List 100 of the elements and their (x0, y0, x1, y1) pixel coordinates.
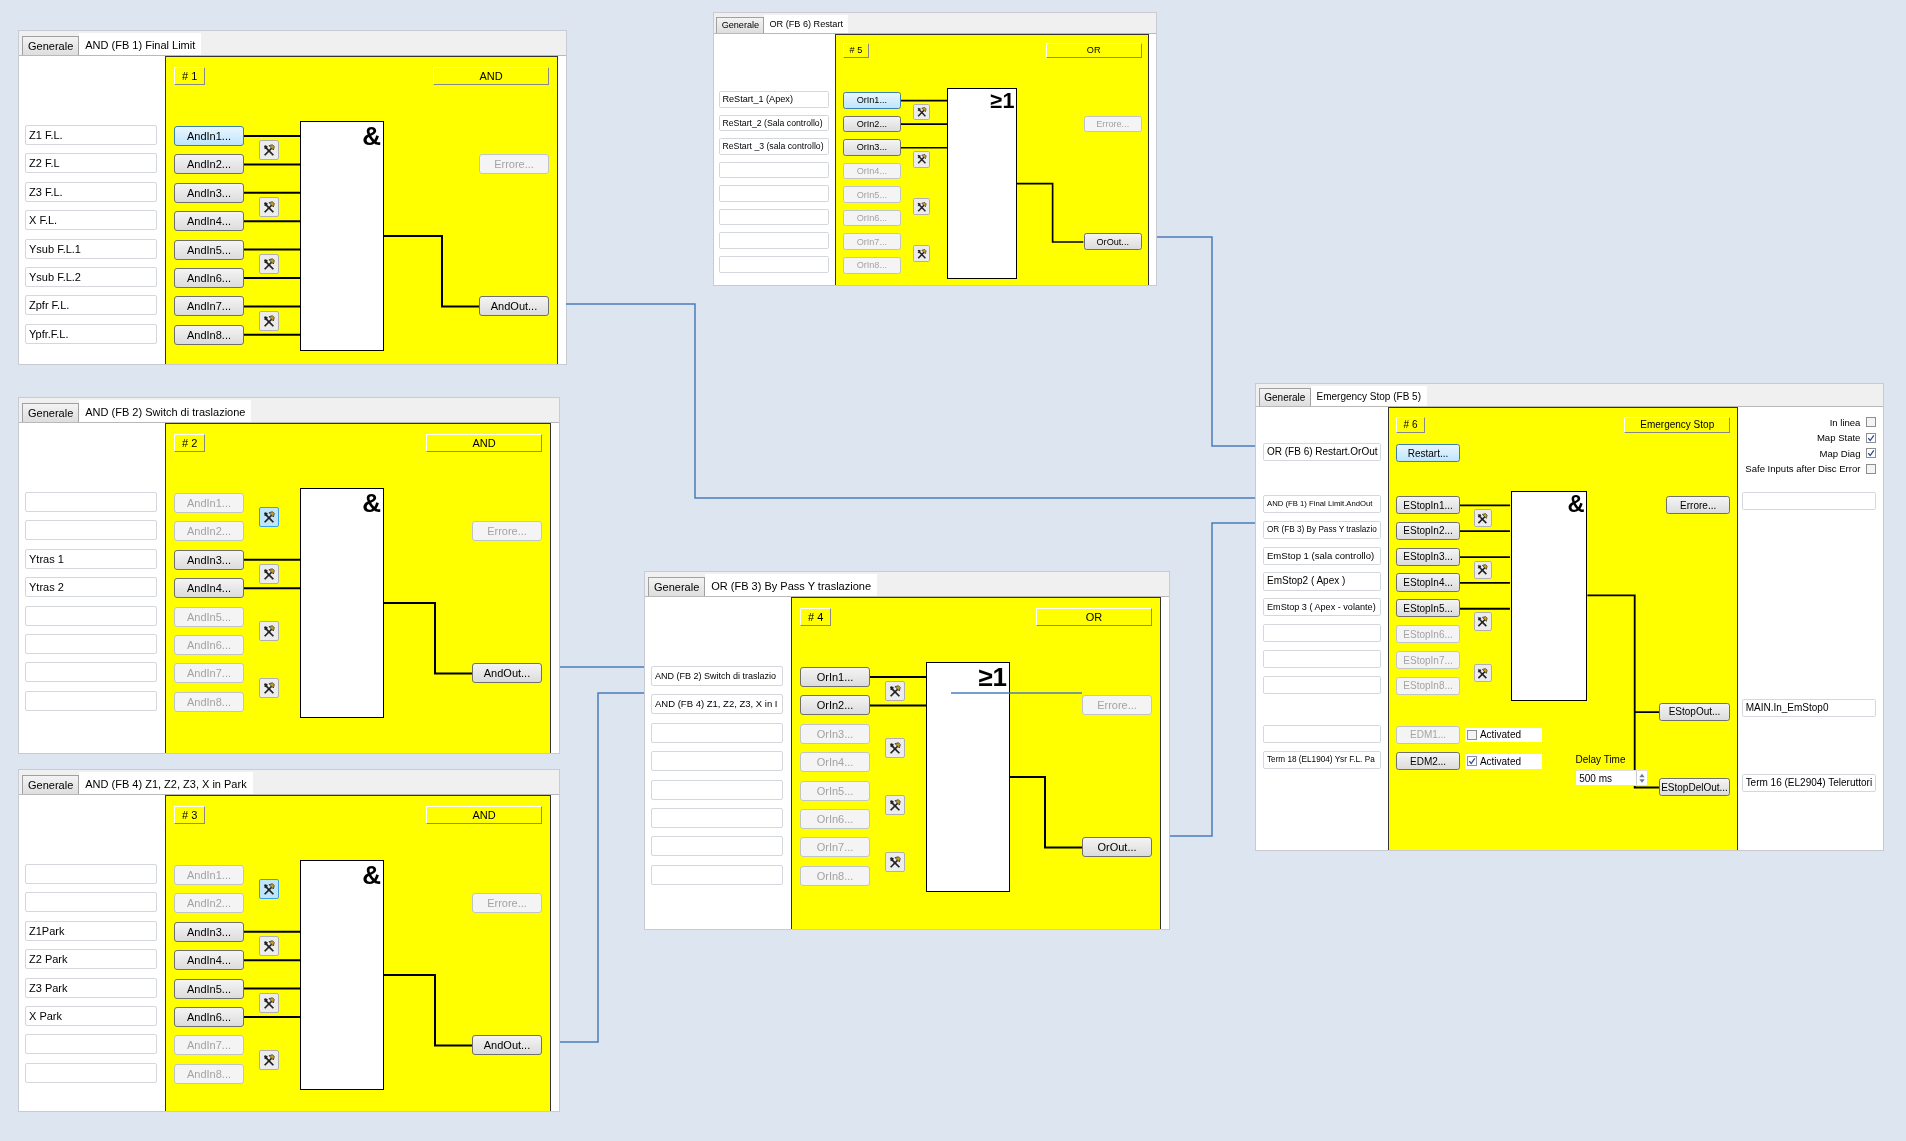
text-field[interactable] (651, 864, 783, 885)
tools-button[interactable] (1473, 560, 1492, 579)
text-field[interactable] (25, 662, 157, 683)
tools-button[interactable] (885, 794, 905, 815)
text-field[interactable] (651, 807, 783, 828)
block-button[interactable]: AndIn3... (174, 921, 244, 942)
text-field[interactable] (718, 232, 829, 249)
tab[interactable]: Generale (1258, 388, 1311, 406)
tab[interactable]: Generale (22, 36, 80, 55)
delay-time-field[interactable]: 500 ms (1575, 769, 1649, 787)
text-field[interactable]: Z3 F.L. (25, 181, 157, 202)
block-button[interactable]: OrIn1... (800, 667, 870, 687)
block-button[interactable]: EStopIn3... (1396, 547, 1460, 566)
block-button[interactable]: AndIn5... (174, 239, 244, 260)
output-button[interactable]: EStopDelOut... (1659, 778, 1730, 797)
text-field[interactable] (651, 779, 783, 800)
tab[interactable]: Generale (22, 403, 80, 422)
tools-button[interactable] (913, 150, 930, 168)
tools-button[interactable] (913, 103, 930, 121)
tab[interactable]: Generale (648, 577, 706, 596)
block-button[interactable]: AndIn3... (174, 182, 244, 203)
output-button[interactable]: AndOut... (472, 1035, 542, 1056)
text-field[interactable]: EmStop2 ( Apex ) (1263, 572, 1381, 591)
block-button[interactable]: OrIn2... (842, 115, 901, 133)
tab[interactable]: Emergency Stop (FB 5) (1310, 385, 1427, 406)
tools-button[interactable] (259, 507, 279, 528)
text-field[interactable]: Zpfr F.L. (25, 295, 157, 316)
text-field[interactable] (25, 633, 157, 654)
text-field[interactable]: OR (FB 3) By Pass Y traslazio (1263, 520, 1381, 539)
text-field[interactable]: EmStop 1 (sala controllo) (1263, 546, 1381, 565)
block-button[interactable]: AndIn6... (174, 267, 244, 288)
tab[interactable]: OR (FB 6) Restart (764, 14, 849, 33)
tools-button[interactable] (259, 620, 279, 641)
text-field[interactable]: Ypfr.F.L. (25, 323, 157, 344)
text-field[interactable]: Z2 Park (25, 949, 157, 970)
text-field[interactable]: Ysub F.L.2 (25, 266, 157, 287)
text-field[interactable]: Z1Park (25, 920, 157, 941)
block-button[interactable]: OrIn2... (800, 695, 870, 716)
text-field[interactable]: Term 18 (EL1904) Ysr F.L. Pa (1263, 751, 1381, 770)
tab[interactable]: AND (FB 1) Final Limit (79, 33, 202, 55)
tools-button[interactable] (259, 936, 279, 956)
text-field[interactable]: Term 16 (EL2904) Teleruttori (1741, 774, 1876, 793)
text-field[interactable] (25, 492, 157, 512)
output-button[interactable]: OrOut... (1083, 233, 1142, 251)
tools-button[interactable] (259, 879, 279, 900)
block-button[interactable]: AndIn5... (174, 978, 244, 999)
text-field[interactable] (718, 208, 829, 226)
block-button[interactable]: AndIn3... (174, 549, 244, 570)
text-field[interactable] (651, 722, 783, 743)
text-field[interactable] (718, 255, 829, 273)
tools-button[interactable] (885, 738, 905, 758)
block-button[interactable]: EStopIn1... (1396, 495, 1460, 515)
text-field[interactable] (1263, 675, 1381, 694)
text-field[interactable]: X F.L. (25, 210, 157, 231)
text-field[interactable]: Ytras 1 (25, 548, 157, 569)
block-button[interactable]: AndIn4... (174, 950, 244, 971)
block-button[interactable]: AndIn2... (174, 154, 244, 175)
block-button[interactable]: AndIn4... (174, 578, 244, 599)
text-field[interactable]: Ytras 2 (25, 577, 157, 598)
tools-button[interactable] (1473, 508, 1492, 528)
text-field[interactable]: MAIN.In_EmStop0 (1741, 698, 1876, 717)
output-button[interactable]: AndOut... (479, 296, 549, 317)
tools-button[interactable] (1473, 664, 1492, 683)
tools-button[interactable] (1473, 612, 1492, 631)
tools-button[interactable] (259, 140, 279, 161)
block-button[interactable]: EStopIn5... (1396, 599, 1460, 618)
block-button[interactable]: OrIn3... (842, 139, 901, 156)
text-field[interactable]: Ysub F.L.1 (25, 238, 157, 259)
tools-button[interactable] (259, 1049, 279, 1070)
text-field[interactable]: X Park (25, 1005, 157, 1026)
block-button[interactable]: AndIn1... (174, 126, 244, 146)
tab[interactable]: Generale (716, 17, 765, 33)
output-button[interactable]: OrOut... (1082, 837, 1152, 858)
text-field[interactable] (25, 1062, 157, 1083)
text-field[interactable] (25, 605, 157, 626)
text-field[interactable] (1741, 492, 1876, 511)
checkbox[interactable] (1865, 432, 1876, 443)
text-field[interactable] (1263, 724, 1381, 744)
text-field[interactable] (25, 1034, 157, 1055)
text-field[interactable] (651, 836, 783, 857)
block-button[interactable]: AndIn4... (174, 211, 244, 232)
tools-button[interactable] (259, 564, 279, 584)
text-field[interactable] (25, 690, 157, 711)
text-field[interactable] (718, 185, 829, 202)
text-field[interactable]: Z1 F.L. (25, 125, 157, 145)
tab[interactable]: AND (FB 4) Z1, Z2, Z3, X in Park (79, 772, 253, 794)
tools-button[interactable] (913, 198, 930, 215)
text-field[interactable]: ReStart_2 (Sala controllo) (718, 114, 829, 132)
text-field[interactable]: EmStop 3 ( Apex - volante) (1263, 598, 1381, 617)
checkbox[interactable] (1865, 448, 1876, 459)
edm-button[interactable]: EDM2... (1396, 752, 1460, 771)
tools-button[interactable] (259, 197, 279, 217)
tools-button[interactable] (885, 851, 905, 872)
block-button[interactable]: AndIn6... (174, 1006, 244, 1027)
output-button[interactable]: EStopOut... (1659, 702, 1730, 721)
text-field[interactable] (25, 864, 157, 884)
checkbox[interactable] (1865, 417, 1876, 428)
tab[interactable]: OR (FB 3) By Pass Y traslazione (705, 574, 878, 596)
text-field[interactable] (1263, 624, 1381, 643)
text-field[interactable]: Z3 Park (25, 977, 157, 998)
